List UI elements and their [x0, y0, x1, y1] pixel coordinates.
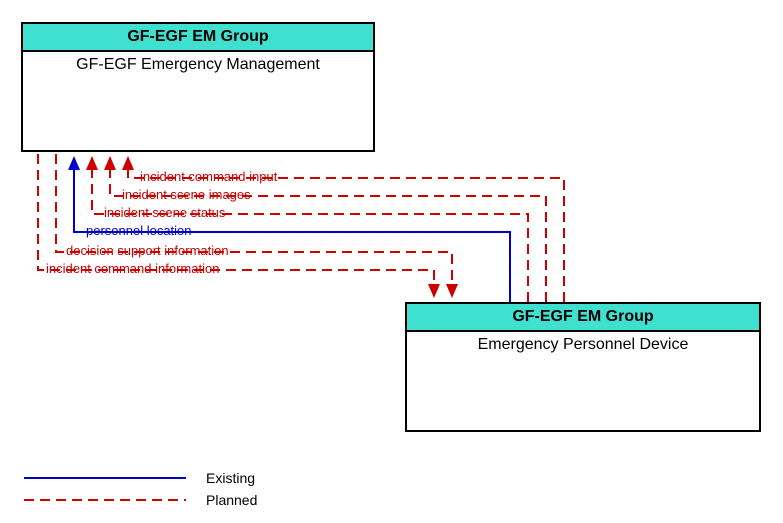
flow-incident-command-input: incident command input: [140, 169, 277, 184]
flow-personnel-location: personnel location: [86, 223, 192, 238]
node-bottom-header: GF-EGF EM Group: [407, 304, 759, 332]
node-top-header: GF-EGF EM Group: [23, 24, 373, 52]
node-emergency-personnel-device: GF-EGF EM Group Emergency Personnel Devi…: [405, 302, 761, 432]
flow-incident-scene-status: incident scene status: [104, 205, 225, 220]
flow-decision-support-information: decision support information: [66, 243, 229, 258]
node-gf-egf-emergency-management: GF-EGF EM Group GF-EGF Emergency Managem…: [21, 22, 375, 152]
flow-incident-scene-images: incident scene images: [122, 187, 251, 202]
legend-existing: Existing: [206, 470, 255, 486]
node-top-body: GF-EGF Emergency Management: [23, 52, 373, 78]
legend-planned: Planned: [206, 492, 257, 508]
node-bottom-body: Emergency Personnel Device: [407, 332, 759, 358]
flow-incident-command-information: incident command information: [46, 261, 219, 276]
